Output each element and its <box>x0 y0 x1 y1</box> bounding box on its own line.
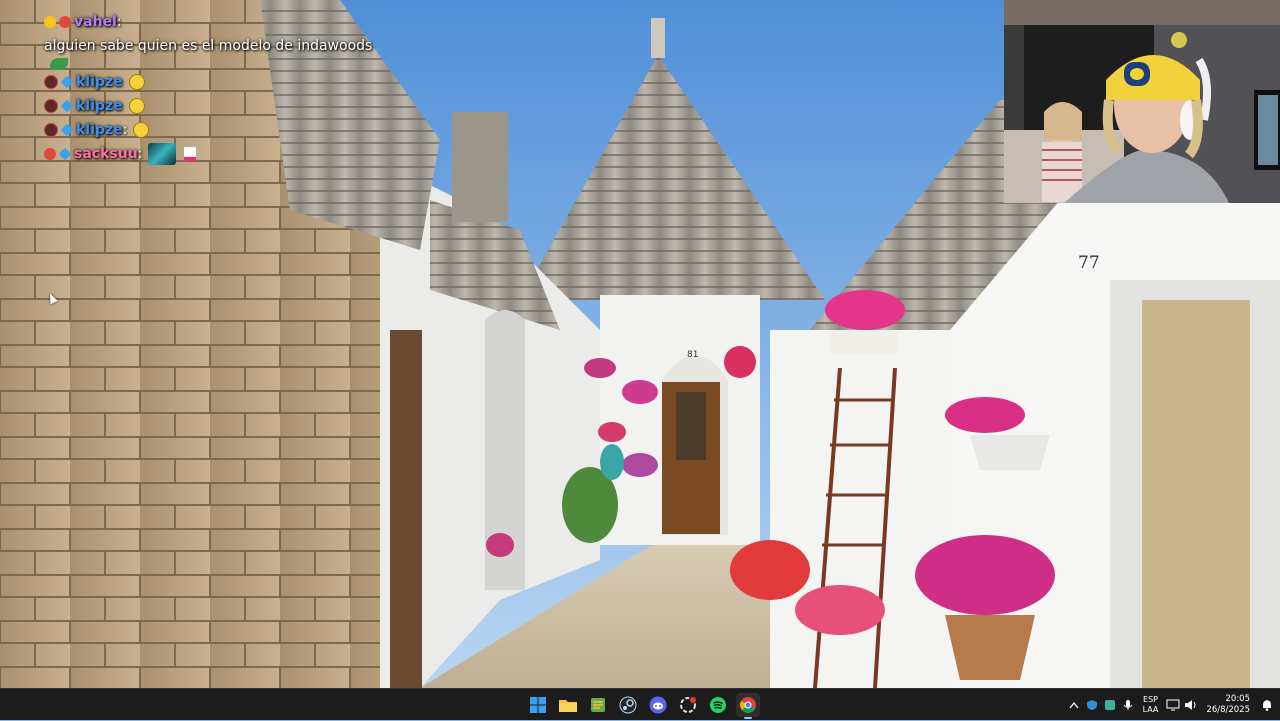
emote-icon <box>128 98 145 114</box>
badge-icon <box>44 99 58 113</box>
diamond-badge-icon <box>60 75 74 89</box>
discord-icon <box>649 696 667 714</box>
notification-bell-icon <box>1263 700 1271 711</box>
chat-username[interactable]: klipze <box>76 118 123 142</box>
diamond-badge-icon <box>60 123 74 137</box>
tray-app-button[interactable] <box>1101 689 1119 721</box>
folder-icon <box>559 700 577 712</box>
emote-icon <box>50 58 68 70</box>
door-number-81: 81 <box>687 350 698 360</box>
microphone-tray-button[interactable] <box>1119 689 1137 721</box>
start-button[interactable] <box>526 693 550 717</box>
clock-time: 20:05 <box>1225 694 1251 704</box>
emote-image-icon <box>148 143 177 165</box>
chat-text: alguien sabe quien es el modelo de indaw… <box>44 38 373 54</box>
chat-username[interactable]: vahel <box>74 10 117 34</box>
moderator-badge-icon <box>59 16 71 28</box>
windows-start-icon <box>530 697 546 713</box>
steam-icon <box>619 696 637 714</box>
webcam-feed <box>1004 0 1280 203</box>
badge-icon <box>44 75 58 89</box>
security-tray-button[interactable] <box>1083 689 1101 721</box>
discord-button[interactable] <box>646 693 670 717</box>
keyboard-layout: LAA <box>1142 705 1159 714</box>
system-tray: ESP LAA 20:05 26/8/2025 <box>1065 689 1280 721</box>
app-tray-icon <box>1104 700 1115 710</box>
clock-date: 26/8/2025 <box>1206 705 1250 715</box>
chat-message: klipze: <box>44 118 374 142</box>
chat-message: vahel: alguien sabe quien es el modelo d… <box>44 10 374 70</box>
chat-separator: : <box>122 122 128 138</box>
diamond-badge-icon <box>60 99 74 113</box>
microphone-icon <box>1123 700 1132 710</box>
volume-icon <box>1185 700 1196 710</box>
network-tray-button[interactable] <box>1164 689 1182 721</box>
recording-icon <box>680 697 696 713</box>
chevron-up-icon <box>1069 701 1079 709</box>
recording-app-button[interactable] <box>676 693 700 717</box>
subscriber-badge-icon <box>44 16 56 28</box>
volume-tray-button[interactable] <box>1182 689 1200 721</box>
shield-icon <box>1086 700 1097 710</box>
notepad-button[interactable] <box>586 693 610 717</box>
chat-separator: : <box>137 146 143 162</box>
chat-message: klipze <box>44 70 374 94</box>
notifications-button[interactable] <box>1258 689 1276 721</box>
chrome-button[interactable] <box>736 693 760 719</box>
file-explorer-button[interactable] <box>556 693 580 717</box>
chat-username[interactable]: klipze <box>76 94 123 118</box>
spotify-button[interactable] <box>706 693 730 717</box>
chat-message: sacksuu: <box>44 142 374 166</box>
chrome-icon <box>740 697 756 713</box>
windows-taskbar: ESP LAA 20:05 26/8/2025 <box>0 688 1280 720</box>
chat-username[interactable]: klipze <box>76 70 123 94</box>
taskbar-apps <box>526 693 760 719</box>
language-code: ESP <box>1143 695 1158 704</box>
chat-username[interactable]: sacksuu <box>74 142 138 166</box>
webcam-overlay <box>1004 0 1280 203</box>
emote-icon <box>133 122 150 138</box>
notepad-icon <box>591 698 605 712</box>
desktop-wallpaper: 81 77 vahel: alguien sabe quien es el mo… <box>0 0 1280 688</box>
emote-icon <box>128 74 145 90</box>
taskbar-clock[interactable]: 20:05 26/8/2025 <box>1206 694 1250 716</box>
chat-message: klipze <box>44 94 374 118</box>
language-indicator[interactable]: ESP LAA <box>1143 695 1159 715</box>
badge-icon <box>44 123 58 137</box>
diamond-badge-icon <box>58 147 72 161</box>
door-number-77: 77 <box>1078 253 1100 273</box>
network-icon <box>1166 699 1180 711</box>
spotify-icon <box>710 697 726 713</box>
show-hidden-icons-button[interactable] <box>1065 689 1083 721</box>
stream-chat-overlay: vahel: alguien sabe quien es el modelo d… <box>44 10 374 166</box>
emote-icon <box>184 147 197 161</box>
steam-button[interactable] <box>616 693 640 717</box>
moderator-badge-icon <box>44 148 56 160</box>
